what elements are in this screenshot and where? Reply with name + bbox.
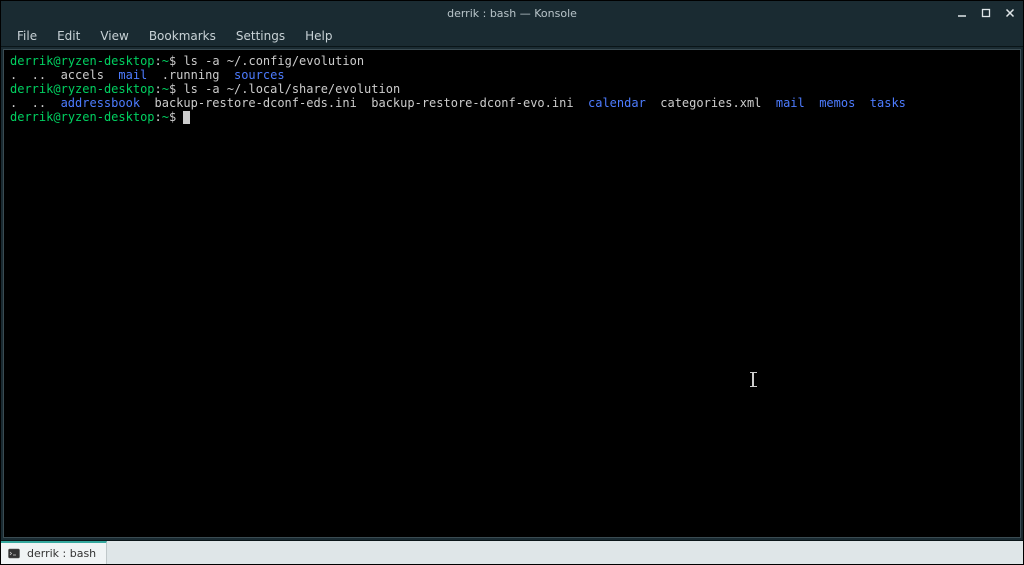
ls-dir: sources	[234, 68, 285, 82]
prompt-path: ~	[162, 110, 169, 124]
ls-entry	[855, 96, 869, 110]
tabbar: derrik : bash	[1, 540, 1023, 564]
cursor-block-icon	[183, 111, 190, 124]
prompt-user: derrik	[10, 82, 53, 96]
terminal-line: derrik@ryzen-desktop:~$ ls -a ~/.local/s…	[10, 82, 1014, 96]
terminal-line: derrik@ryzen-desktop:~$	[10, 110, 1014, 124]
terminal-icon	[7, 547, 21, 561]
prompt-sep: :	[155, 110, 162, 124]
prompt-path: ~	[162, 82, 169, 96]
ls-dir: memos	[819, 96, 855, 110]
terminal-line: . .. accels mail .running sources	[10, 68, 1014, 82]
command-text: ls -a ~/.local/share/evolution	[176, 82, 400, 96]
ls-entry	[805, 96, 819, 110]
prompt-sep: :	[155, 54, 162, 68]
terminal-line: derrik@ryzen-desktop:~$ ls -a ~/.config/…	[10, 54, 1014, 68]
konsole-window: derrik : bash — Konsole File Edit View B…	[0, 0, 1024, 565]
window-controls	[955, 6, 1017, 20]
ls-entry: .running	[147, 68, 234, 82]
menu-settings[interactable]: Settings	[228, 27, 293, 45]
command-text	[176, 110, 183, 124]
titlebar[interactable]: derrik : bash — Konsole	[1, 1, 1023, 25]
ls-dir: tasks	[870, 96, 906, 110]
prompt-host: ryzen-desktop	[61, 110, 155, 124]
command-text: ls -a ~/.config/evolution	[176, 54, 364, 68]
tab-active[interactable]: derrik : bash	[1, 541, 107, 564]
ls-entry: categories.xml	[646, 96, 776, 110]
ls-dir: mail	[118, 68, 147, 82]
prompt-sep: :	[155, 82, 162, 96]
menu-help[interactable]: Help	[297, 27, 340, 45]
menu-view[interactable]: View	[92, 27, 136, 45]
ls-dir: mail	[776, 96, 805, 110]
prompt-at: @	[53, 82, 60, 96]
ls-entry: . ..	[10, 96, 61, 110]
minimize-button[interactable]	[955, 6, 969, 20]
ls-dir: calendar	[588, 96, 646, 110]
ls-entry: backup-restore-dconf-eds.ini backup-rest…	[140, 96, 588, 110]
prompt-user: derrik	[10, 110, 53, 124]
prompt-path: ~	[162, 54, 169, 68]
tab-label: derrik : bash	[27, 547, 96, 560]
prompt-at: @	[53, 110, 60, 124]
menu-file[interactable]: File	[9, 27, 45, 45]
text-cursor-icon	[752, 372, 754, 387]
ls-entry: accels	[61, 68, 119, 82]
ls-dir: addressbook	[61, 96, 140, 110]
window-title: derrik : bash — Konsole	[447, 7, 577, 20]
menubar: File Edit View Bookmarks Settings Help	[1, 25, 1023, 47]
close-button[interactable]	[1003, 6, 1017, 20]
terminal[interactable]: derrik@ryzen-desktop:~$ ls -a ~/.config/…	[3, 49, 1021, 538]
prompt-host: ryzen-desktop	[61, 54, 155, 68]
prompt-at: @	[53, 54, 60, 68]
ls-entry: . ..	[10, 68, 61, 82]
menu-bookmarks[interactable]: Bookmarks	[141, 27, 224, 45]
prompt-host: ryzen-desktop	[61, 82, 155, 96]
menu-edit[interactable]: Edit	[49, 27, 88, 45]
prompt-user: derrik	[10, 54, 53, 68]
terminal-line: . .. addressbook backup-restore-dconf-ed…	[10, 96, 1014, 110]
maximize-button[interactable]	[979, 6, 993, 20]
